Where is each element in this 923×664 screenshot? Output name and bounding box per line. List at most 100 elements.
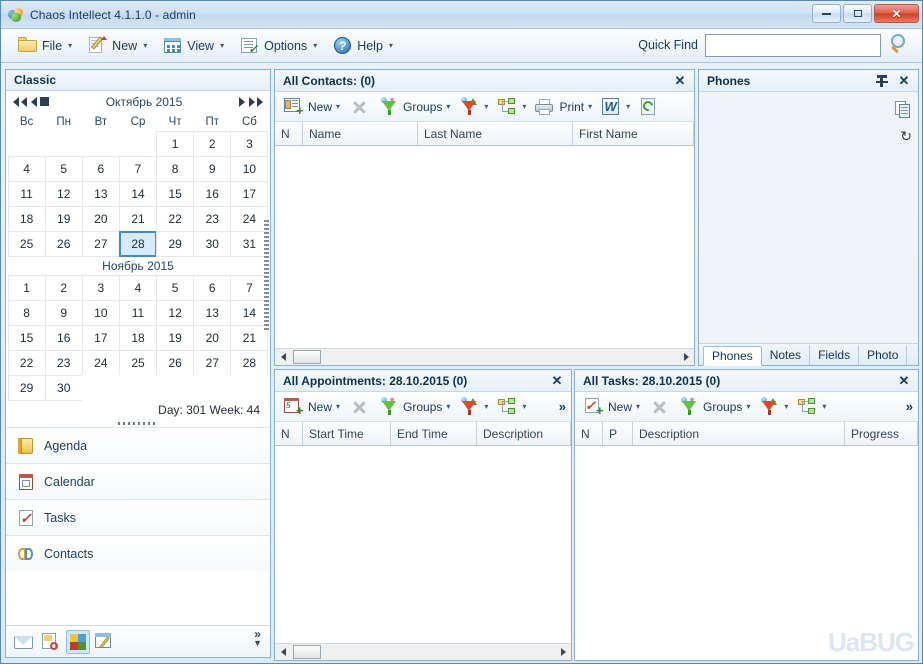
groups-button[interactable]: Groups ▾ (375, 95, 453, 119)
calendar-day-28[interactable]: 28 (119, 231, 157, 257)
appointments-hierarchy-button[interactable]: ▾ (493, 395, 529, 419)
hierarchy-button[interactable]: ▾ (493, 95, 529, 119)
calendar-day-12[interactable]: 12 (45, 181, 83, 207)
tasks-groups-button[interactable]: Groups ▾ (675, 395, 753, 419)
calendar-day-17[interactable]: 17 (82, 325, 120, 351)
calendar-day-24[interactable]: 24 (82, 350, 120, 376)
calendar-day-14[interactable]: 14 (230, 300, 268, 326)
menu-item-options[interactable]: ✓ Options ▾ (233, 33, 324, 58)
scroll-left-arrow-icon[interactable] (275, 350, 291, 365)
calendar-day-31[interactable]: 31 (230, 231, 268, 257)
tasks-column-header-description[interactable]: Description (633, 422, 845, 445)
calendar-day-19[interactable]: 19 (45, 206, 83, 232)
pin-icon[interactable] (875, 73, 889, 89)
calendar-day-30[interactable]: 30 (45, 375, 83, 401)
calendar-day-27[interactable]: 27 (193, 350, 231, 376)
tasks-hierarchy-button[interactable]: ▾ (793, 395, 829, 419)
menu-item-help[interactable]: ? Help ▾ (326, 33, 400, 58)
calendar-day-20[interactable]: 20 (82, 206, 120, 232)
calendar-day-4[interactable]: 4 (119, 275, 157, 301)
calendar-day-29[interactable]: 29 (156, 231, 194, 257)
appointments-column-header-n[interactable]: N (275, 422, 303, 445)
tab-photo[interactable]: Photo (859, 345, 907, 365)
calendar-day-9[interactable]: 9 (193, 156, 231, 182)
sidebar-item-tasks[interactable]: ✓Tasks (6, 499, 270, 535)
contacts-panel-close-button[interactable]: ✕ (672, 73, 688, 89)
new-appointment-button[interactable]: 5+ New ▾ (280, 395, 343, 419)
new-contact-button[interactable]: + New ▾ (280, 95, 343, 119)
menu-item-new[interactable]: New ▾ (81, 33, 154, 58)
calendar-prev-fast-button[interactable] (13, 97, 27, 107)
mail-icon[interactable] (12, 630, 36, 654)
calendar-next-button[interactable] (239, 97, 245, 107)
tasks-column-header-p[interactable]: P (603, 422, 633, 445)
word-export-button[interactable]: W ▾ (597, 95, 633, 119)
calendar-day-21[interactable]: 21 (119, 206, 157, 232)
sidebar-splitter-handle[interactable] (8, 420, 268, 427)
rotate-icon[interactable]: ↻ (900, 128, 912, 145)
calendar-day-19[interactable]: 19 (156, 325, 194, 351)
calendar-day-6[interactable]: 6 (193, 275, 231, 301)
calendar-day-27[interactable]: 27 (82, 231, 120, 257)
calendar-day-25[interactable]: 25 (8, 231, 46, 257)
phones-panel-close-button[interactable]: ✕ (896, 73, 912, 89)
calendar-day-8[interactable]: 8 (156, 156, 194, 182)
calendar-day-16[interactable]: 16 (45, 325, 83, 351)
contacts-column-header-last-name[interactable]: Last Name (418, 122, 573, 145)
tasks-grid-body[interactable] (575, 446, 918, 660)
print-button[interactable]: Print ▾ (531, 95, 595, 119)
calendar-day-9[interactable]: 9 (45, 300, 83, 326)
calendar-day-3[interactable]: 3 (82, 275, 120, 301)
contacts-column-header-n[interactable]: N (275, 122, 303, 145)
tasks-column-header-n[interactable]: N (575, 422, 603, 445)
calendar-day-22[interactable]: 22 (156, 206, 194, 232)
calendar-day-23[interactable]: 23 (193, 206, 231, 232)
calendar-day-11[interactable]: 11 (8, 181, 46, 207)
sidebar-strip-overflow[interactable]: » ▼ (253, 629, 262, 648)
tasks-toolbar-overflow[interactable]: » (906, 399, 913, 414)
scroll-right-arrow-icon[interactable] (555, 645, 571, 660)
calendar-day-13[interactable]: 13 (193, 300, 231, 326)
close-window-button[interactable]: ✕ (874, 4, 919, 23)
refresh-button[interactable] (635, 95, 663, 119)
appointments-column-header-start-time[interactable]: Start Time (303, 422, 391, 445)
sidebar-scroll-grip[interactable] (264, 220, 269, 330)
quick-find-input[interactable] (705, 34, 881, 57)
calendar-day-5[interactable]: 5 (156, 275, 194, 301)
calendar-day-4[interactable]: 4 (8, 156, 46, 182)
appointments-filter-button[interactable]: ▾ (455, 395, 491, 419)
calendar-day-15[interactable]: 15 (156, 181, 194, 207)
calendar-day-6[interactable]: 6 (82, 156, 120, 182)
minimize-button[interactable] (812, 4, 841, 23)
calendar-day-24[interactable]: 24 (230, 206, 268, 232)
calendar-day-20[interactable]: 20 (193, 325, 231, 351)
calendar-today-button[interactable] (40, 97, 49, 106)
calendar-day-7[interactable]: 7 (119, 156, 157, 182)
delete-contact-button[interactable] (345, 95, 373, 119)
journal-icon[interactable] (93, 630, 117, 654)
calendar-day-18[interactable]: 18 (119, 325, 157, 351)
colors-grid-icon[interactable] (66, 630, 90, 654)
tasks-panel-close-button[interactable]: ✕ (896, 373, 912, 389)
calendar-day-16[interactable]: 16 (193, 181, 231, 207)
calendar-day-1[interactable]: 1 (8, 275, 46, 301)
calendar-day-7[interactable]: 7 (230, 275, 268, 301)
calendar-day-23[interactable]: 23 (45, 350, 83, 376)
scroll-right-arrow-icon[interactable] (678, 350, 694, 365)
calendar-day-5[interactable]: 5 (45, 156, 83, 182)
calendar-day-2[interactable]: 2 (45, 275, 83, 301)
tab-notes[interactable]: Notes (762, 345, 810, 365)
calendar-day-13[interactable]: 13 (82, 181, 120, 207)
tasks-column-header-progress[interactable]: Progress (845, 422, 918, 445)
appointments-horizontal-scrollbar[interactable] (275, 643, 571, 660)
calendar-day-26[interactable]: 26 (156, 350, 194, 376)
scroll-left-arrow-icon[interactable] (275, 645, 291, 660)
calendar-next-fast-button[interactable] (249, 97, 263, 107)
tasks-filter-button[interactable]: ▾ (755, 395, 791, 419)
contacts-column-header-name[interactable]: Name (303, 122, 418, 145)
appointments-groups-button[interactable]: Groups ▾ (375, 395, 453, 419)
copy-icon[interactable] (894, 100, 913, 120)
sidebar-item-agenda[interactable]: Agenda (6, 427, 270, 463)
magnifier-icon[interactable] (888, 33, 912, 57)
calendar-day-1[interactable]: 1 (156, 131, 194, 157)
